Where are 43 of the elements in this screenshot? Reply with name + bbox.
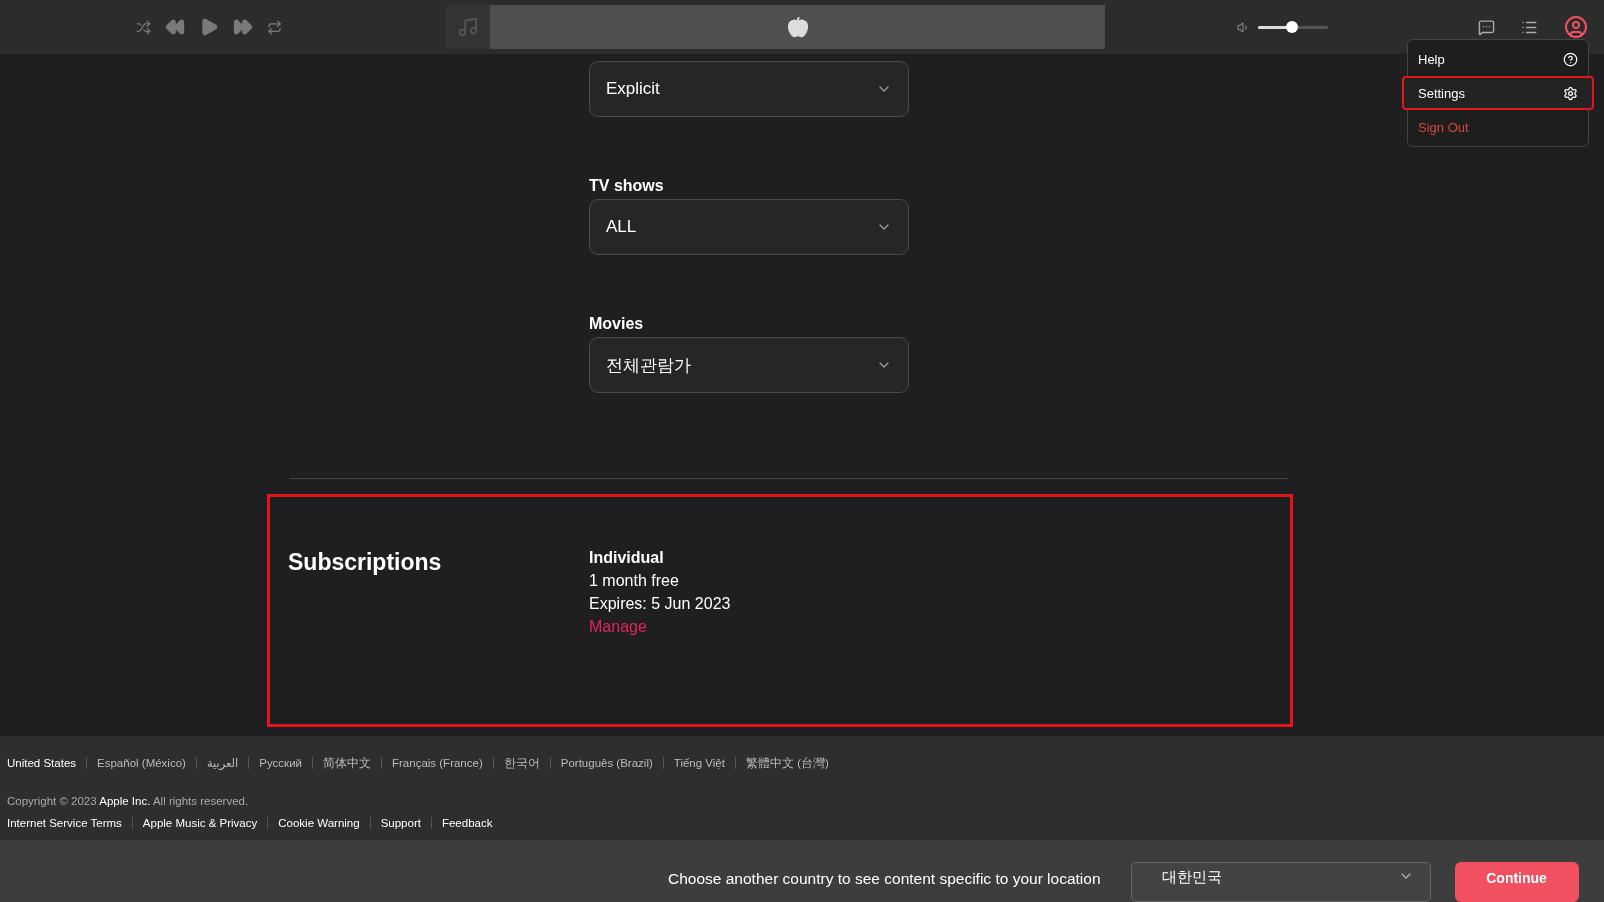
- field-label: Movies: [589, 315, 645, 333]
- language-link[interactable]: العربية: [206, 756, 239, 771]
- rating-select[interactable]: ALL: [589, 199, 909, 255]
- language-link[interactable]: Русский: [259, 757, 302, 770]
- footer-link[interactable]: Cookie Warning: [278, 816, 360, 829]
- language-link[interactable]: 繁體中文 (台灣): [745, 755, 829, 771]
- apple-icon: [786, 16, 809, 38]
- manage-link[interactable]: Manage: [589, 618, 731, 636]
- footer-link[interactable]: Feedback: [441, 816, 493, 829]
- section-title: Subscriptions: [288, 549, 443, 577]
- rating-select[interactable]: Explicit: [589, 61, 909, 117]
- plan-offer: 1 month free: [589, 572, 680, 590]
- music-note-icon: [457, 16, 479, 38]
- rating-select[interactable]: 전체관람가: [589, 337, 909, 393]
- country-message: Choose another country to see content specific to your location: [668, 870, 1101, 888]
- repeat-button[interactable]: [267, 19, 282, 35]
- language-link[interactable]: Français (France): [392, 757, 483, 770]
- help-icon: [1563, 51, 1578, 67]
- field-label: TV shows: [589, 177, 665, 195]
- plan-name: Individual: [589, 549, 665, 567]
- language-link[interactable]: Español (México): [97, 757, 186, 770]
- account-button[interactable]: [1564, 15, 1588, 39]
- settings-icon: [1563, 85, 1578, 101]
- language-link[interactable]: 简体中文: [323, 755, 371, 771]
- country-select[interactable]: 대한민국: [1130, 862, 1431, 902]
- language-link[interactable]: 한국어: [503, 755, 540, 771]
- copyright-text: Copyright © 2023 Apple Inc. All rights reserved.: [7, 794, 250, 807]
- lyrics-button[interactable]: [1478, 18, 1495, 36]
- rewind-button[interactable]: [165, 17, 185, 37]
- footer-link[interactable]: Apple Music & Privacy: [142, 816, 258, 829]
- menu-item[interactable]: Sign Out: [1402, 110, 1594, 144]
- expiry-date: Expires: 5 Jun 2023: [589, 595, 731, 613]
- volume-icon: [1237, 20, 1250, 34]
- footer-link[interactable]: Internet Service Terms: [7, 816, 122, 829]
- menu-item[interactable]: Help: [1402, 42, 1594, 76]
- footer-link[interactable]: Support: [380, 816, 421, 829]
- play-button[interactable]: [199, 17, 219, 37]
- menu-item[interactable]: Settings: [1402, 76, 1594, 110]
- language-link[interactable]: Português (Brazil): [560, 757, 653, 770]
- fast-forward-button[interactable]: [233, 17, 253, 37]
- language-link[interactable]: Tiếng Việt: [673, 757, 725, 770]
- shuffle-button[interactable]: [136, 19, 151, 35]
- language-link[interactable]: United States: [7, 757, 77, 770]
